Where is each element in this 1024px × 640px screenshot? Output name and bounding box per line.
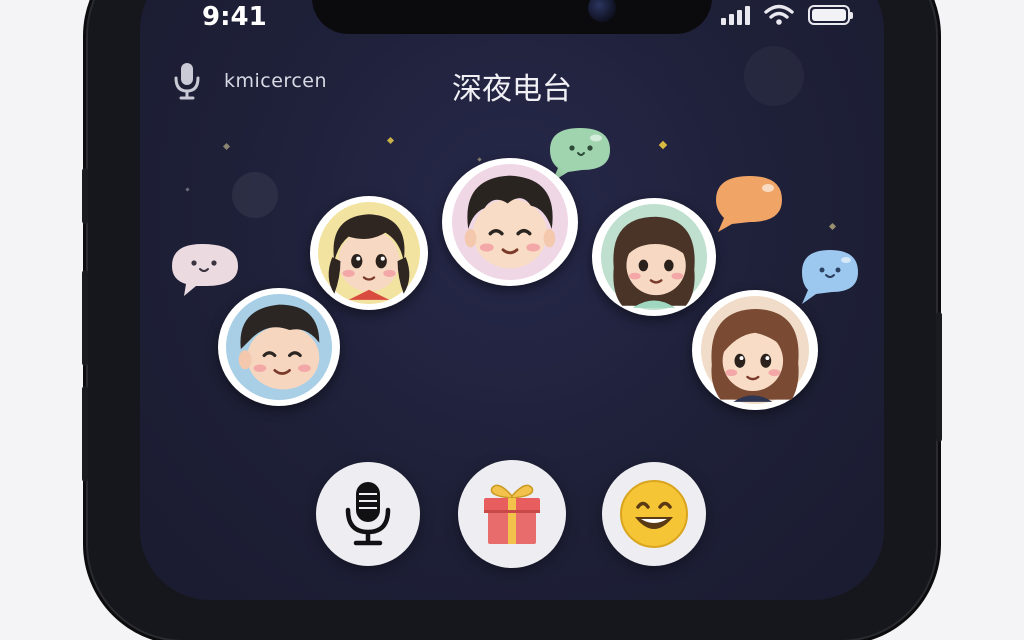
mic-button[interactable] [316, 462, 420, 566]
notch [312, 0, 712, 34]
smiley-face-icon [620, 480, 688, 548]
participant-avatar-boy-center[interactable] [442, 158, 578, 286]
avatar-image [318, 202, 420, 304]
status-time: 9:41 [202, 2, 267, 32]
room-title: 深夜电台 [452, 72, 572, 107]
volume-down-button [82, 386, 88, 482]
gift-button[interactable] [458, 460, 566, 568]
star-sparkle [658, 140, 668, 150]
power-button [936, 312, 942, 442]
gift-icon [484, 484, 540, 544]
participant-avatar-girl-brown-hair[interactable] [692, 290, 818, 410]
volume-up-button [82, 270, 88, 366]
star-sparkle [185, 187, 190, 192]
participant-avatar-boy-laughing[interactable] [218, 288, 340, 406]
mute-switch [82, 168, 88, 224]
battery-icon [808, 5, 853, 25]
battery-level [812, 9, 846, 21]
bokeh-light [232, 172, 278, 218]
star-sparkle [828, 222, 837, 231]
status-icons [721, 4, 853, 26]
microphone-icon [345, 482, 391, 546]
emoji-button[interactable] [602, 462, 706, 566]
front-camera-icon [588, 0, 616, 22]
cellular-signal-icon [721, 5, 750, 25]
star-sparkle [477, 157, 482, 162]
star-sparkle [222, 142, 231, 151]
speech-bubble-icon [716, 176, 782, 232]
avatar-image [701, 296, 809, 404]
speech-bubble-icon [172, 244, 238, 296]
participant-avatar-girl-pigtails[interactable] [310, 196, 428, 310]
star-sparkle [386, 136, 395, 145]
avatar-image [601, 204, 707, 310]
app-screen: 9:41 kmicercen 深夜电台 [140, 0, 884, 600]
wifi-icon [764, 4, 794, 25]
avatar-image [452, 164, 568, 280]
avatar-image [226, 294, 332, 400]
